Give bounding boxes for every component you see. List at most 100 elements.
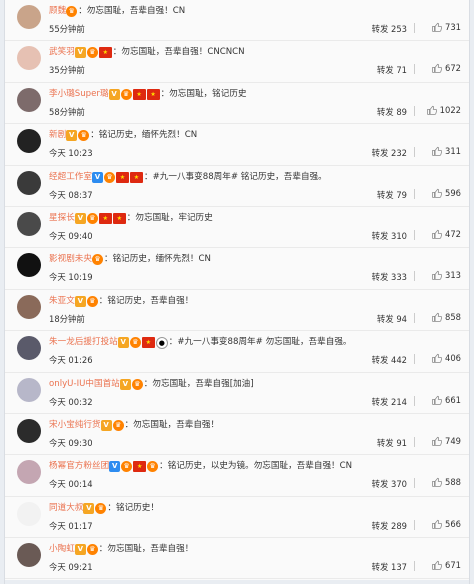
user-name-link[interactable]: 顾魏 (49, 6, 66, 16)
repost-button[interactable]: 转发 91 (377, 437, 407, 449)
avatar[interactable] (17, 5, 41, 29)
post-time[interactable]: 今天 09:40 (49, 230, 93, 242)
like-button[interactable]: 313 (432, 270, 461, 280)
post-time[interactable]: 35分钟前 (49, 64, 85, 76)
like-button[interactable]: 672 (432, 63, 461, 73)
user-name-link[interactable]: 星探长 (49, 213, 75, 223)
post-time[interactable]: 今天 10:19 (49, 271, 93, 283)
like-button[interactable]: 406 (432, 353, 461, 363)
thumbs-up-icon (432, 229, 442, 239)
post-time[interactable]: 今天 01:26 (49, 354, 93, 366)
user-name-link[interactable]: onlyU-IU中国首站 (49, 379, 120, 389)
repost-button[interactable]: 转发 253 (372, 23, 407, 35)
user-name-link[interactable]: 影视剧未央 (49, 254, 92, 264)
post-content: ：#九一八事变88周年# 勿忘国耻，吾辈自强。 (168, 337, 352, 348)
post-line: 星探长 V ♛ ★ ★ ：勿忘国耻，牢记历史 (49, 211, 461, 227)
thumbs-up-icon (432, 478, 442, 488)
post-time[interactable]: 今天 01:17 (49, 520, 93, 532)
avatar[interactable] (17, 501, 41, 526)
china-flag-icon: ★ (98, 212, 112, 224)
user-name-link[interactable]: 杨幂官方粉丝团 (49, 461, 109, 471)
post-content: ：勿忘国耻，铭记历史 (160, 88, 247, 99)
post-time[interactable]: 今天 00:32 (49, 396, 93, 408)
user-name-link[interactable]: 同道大叔 (49, 503, 83, 513)
repost-button[interactable]: 转发 310 (372, 230, 407, 242)
repost-button[interactable]: 转发 370 (372, 478, 407, 490)
repost-button[interactable]: 转发 71 (377, 64, 407, 76)
badge-group: V ♛ (74, 295, 99, 310)
post-content: ：铭记历史，缅怀先烈！CN (103, 254, 211, 265)
avatar[interactable] (17, 87, 41, 112)
repost-button[interactable]: 转发 333 (372, 271, 407, 283)
user-name-link[interactable]: 武笑羽 (49, 47, 75, 57)
like-button[interactable]: 472 (432, 229, 461, 239)
post-time[interactable]: 18分钟前 (49, 313, 85, 325)
avatar[interactable] (17, 46, 41, 71)
post-time[interactable]: 今天 00:14 (49, 478, 93, 490)
verified-blue-icon: V (109, 461, 121, 473)
like-button[interactable]: 858 (432, 312, 461, 322)
like-button[interactable]: 731 (432, 22, 461, 32)
user-name-link[interactable]: 朱亚文 (49, 296, 75, 306)
repost-button[interactable]: 转发 137 (372, 561, 407, 573)
repost-button[interactable]: 转发 89 (377, 106, 407, 118)
like-button[interactable]: 311 (432, 146, 461, 156)
user-name-link[interactable]: 宋小宝纯行货 (49, 420, 101, 430)
post-content: ：勿忘国耻，吾辈自强！CNCNCN (112, 47, 245, 58)
post-time[interactable]: 55分钟前 (49, 23, 85, 35)
post-line: 顾魏 ♛ ：勿忘国耻，吾辈自强！CN (49, 4, 461, 20)
post-time[interactable]: 今天 09:30 (49, 437, 93, 449)
china-flag-icon: ★ (133, 461, 147, 473)
thumbs-up-icon (432, 560, 442, 570)
like-count: 406 (445, 353, 461, 364)
user-name-link[interactable]: 小陶虹 (49, 544, 75, 554)
avatar[interactable] (17, 170, 41, 195)
post-content: ：铭记历史，以史为镜。勿忘国耻，吾辈自强！CN (159, 461, 353, 472)
badge-group: V ♛ (100, 419, 125, 434)
like-count: 311 (445, 146, 461, 157)
user-name-link[interactable]: 新剧 (49, 130, 66, 140)
vip-crown-icon: ♛ (95, 502, 107, 514)
avatar[interactable] (17, 336, 41, 361)
like-button[interactable]: 566 (432, 519, 461, 529)
avatar[interactable] (17, 211, 41, 236)
avatar[interactable] (17, 253, 41, 278)
divider (414, 519, 415, 530)
repost-button[interactable]: 转发 214 (372, 396, 407, 408)
like-button[interactable]: 661 (432, 395, 461, 405)
badge-group: V ♛ (119, 378, 144, 393)
repost-button[interactable]: 转发 94 (377, 313, 407, 325)
user-name-link[interactable]: 经超工作室 (49, 172, 92, 182)
user-name-link[interactable]: 朱一龙后援打投站 (49, 337, 118, 347)
like-button[interactable]: 1022 (426, 105, 461, 115)
verified-gold-icon: V (74, 47, 86, 59)
post-content: ：勿忘国耻，吾辈自强！CN (78, 6, 186, 16)
thumbs-up-icon (426, 105, 437, 115)
like-button[interactable]: 749 (432, 436, 461, 446)
post-time[interactable]: 今天 09:21 (49, 561, 93, 573)
post-content: ：铭记历史，吾辈自强！ (98, 295, 194, 306)
user-name-link[interactable]: 李小璐Super璐 (49, 89, 109, 99)
like-count: 472 (445, 228, 461, 239)
repost-button[interactable]: 转发 79 (377, 189, 407, 201)
repost-button[interactable]: 转发 442 (372, 354, 407, 366)
post-row: 星探长 V ♛ ★ ★ ：勿忘国耻，牢记历史今天 09:40 转发 310 472 (5, 207, 469, 249)
post-time[interactable]: 今天 08:37 (49, 189, 93, 201)
repost-button[interactable]: 转发 232 (372, 147, 407, 159)
like-button[interactable]: 588 (432, 477, 461, 487)
post-time[interactable]: 今天 10:23 (49, 147, 93, 159)
avatar[interactable] (17, 418, 41, 443)
avatar[interactable] (17, 377, 41, 402)
post-line: 经超工作室 V ♛ ★ ★ ：#九一八事变88周年# 铭记历史，吾辈自强。 (49, 170, 461, 186)
divider (414, 395, 415, 406)
repost-button[interactable]: 转发 289 (372, 520, 407, 532)
like-button[interactable]: 596 (432, 188, 461, 198)
badge-group: ♛ (91, 254, 104, 268)
avatar[interactable] (17, 460, 41, 485)
avatar[interactable] (17, 543, 41, 568)
avatar[interactable] (17, 294, 41, 319)
divider (414, 188, 415, 199)
avatar[interactable] (17, 129, 41, 154)
post-time[interactable]: 58分钟前 (49, 106, 85, 118)
like-button[interactable]: 671 (432, 560, 461, 570)
